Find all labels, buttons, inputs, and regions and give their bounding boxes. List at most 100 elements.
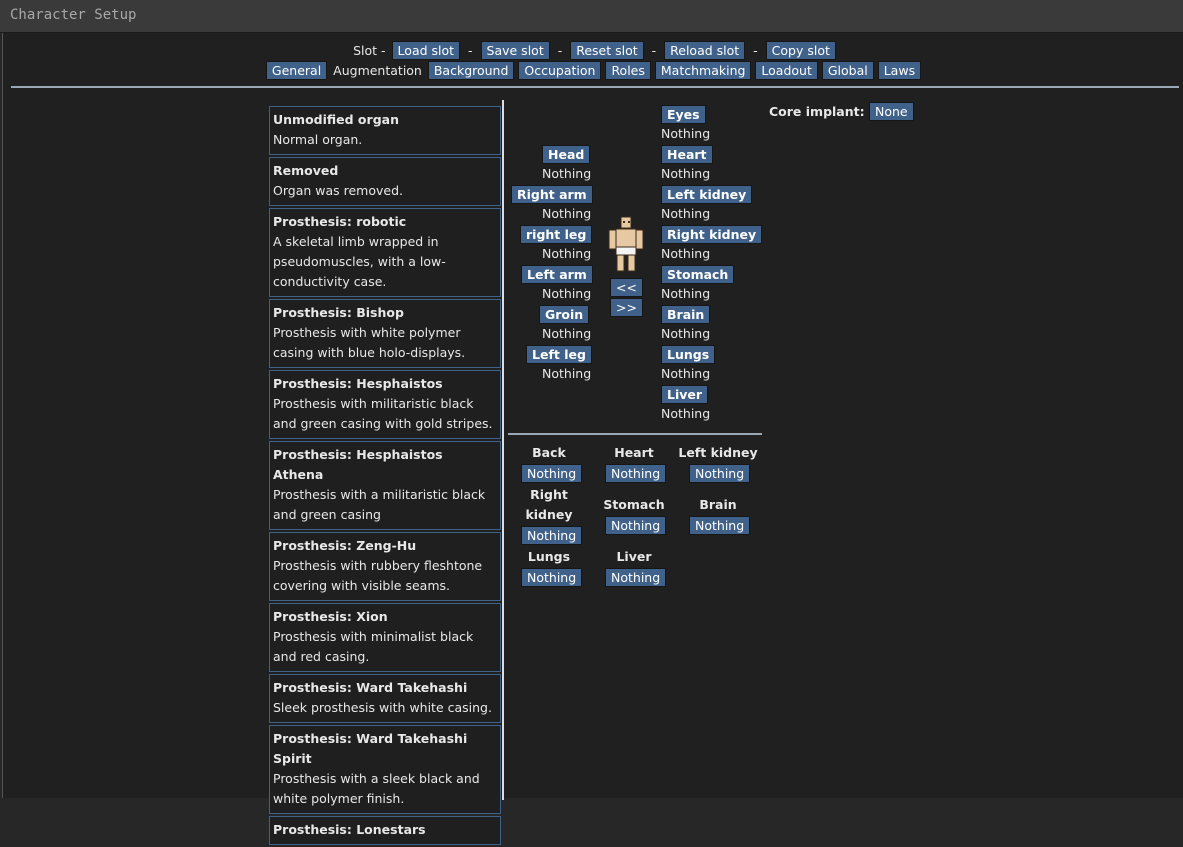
core-implant-button[interactable]: None [868, 102, 914, 121]
tab-augmentation: Augmentation [333, 63, 422, 78]
rotate-left-button[interactable]: << [610, 278, 643, 297]
character-sprite-icon [608, 216, 644, 272]
prosthesis-description: Prosthesis with a sleek black and white … [273, 771, 480, 806]
prosthesis-description: Sleek prosthesis with white casing. [273, 700, 492, 715]
organ-liver-button[interactable]: Liver [661, 385, 709, 404]
organ-right-kidney-value: Nothing [661, 246, 711, 261]
implant-heart-label: Heart [614, 445, 654, 460]
reload-slot-button[interactable]: Reload slot [664, 41, 746, 60]
organ-stomach-button[interactable]: Stomach [661, 265, 735, 284]
prosthesis-list: Unmodified organ Normal organ. Removed O… [269, 106, 501, 847]
implant-lungs-button[interactable]: Nothing [521, 568, 583, 587]
category-tabs: General Augmentation Background Occupati… [3, 61, 1183, 80]
limb-groin-button[interactable]: Groin [539, 305, 590, 324]
prosthesis-option[interactable]: Prosthesis: robotic A skeletal limb wrap… [269, 208, 501, 297]
tab-laws[interactable]: Laws [877, 61, 922, 80]
prosthesis-option[interactable]: Prosthesis: Xion Prosthesis with minimal… [269, 603, 501, 672]
prosthesis-option[interactable]: Prosthesis: Ward Takehashi Spirit Prosth… [269, 725, 501, 814]
prosthesis-option[interactable]: Unmodified organ Normal organ. [269, 106, 501, 155]
organ-lungs-button[interactable]: Lungs [661, 345, 716, 364]
organ-divider [508, 433, 762, 435]
tab-general[interactable]: General [265, 61, 328, 80]
prosthesis-description: Prosthesis with militaristic black and g… [273, 396, 493, 431]
rotate-right-button[interactable]: >> [610, 298, 643, 317]
limb-right-arm-button[interactable]: Right arm [511, 185, 593, 204]
prosthesis-option[interactable]: Prosthesis: Hesphaistos Prosthesis with … [269, 370, 501, 439]
prosthesis-description: Prosthesis with rubbery fleshtone coveri… [273, 558, 483, 593]
separator: - [557, 43, 563, 58]
organ-stomach-value: Nothing [661, 286, 711, 301]
prosthesis-name: Unmodified organ [273, 112, 399, 127]
implant-right-kidney-button[interactable]: Nothing [521, 526, 583, 545]
window-title: Character Setup [10, 7, 137, 23]
limb-right-leg-button[interactable]: right leg [520, 225, 593, 244]
prosthesis-name: Prosthesis: Xion [273, 609, 388, 624]
prosthesis-name: Prosthesis: Ward Takehashi [273, 680, 468, 695]
column-divider [502, 100, 504, 800]
prosthesis-option[interactable]: Prosthesis: Zeng-Hu Prosthesis with rubb… [269, 532, 501, 601]
prosthesis-description: Organ was removed. [273, 183, 403, 198]
implant-right-kidney-label: Right kidney [507, 485, 591, 525]
prosthesis-description: Prosthesis with a militaristic black and… [273, 487, 486, 522]
prosthesis-option[interactable]: Prosthesis: Hesphaistos Athena Prosthesi… [269, 441, 501, 530]
save-slot-button[interactable]: Save slot [480, 41, 550, 60]
implant-right-kidney-label-line2: kidney [525, 507, 573, 522]
main-content: Slot - Load slot - Save slot - Reset slo… [2, 33, 1183, 845]
copy-slot-button[interactable]: Copy slot [765, 41, 836, 60]
prosthesis-description: A skeletal limb wrapped in pseudomuscles… [273, 234, 446, 289]
prosthesis-option[interactable]: Removed Organ was removed. [269, 157, 501, 206]
load-slot-button[interactable]: Load slot [391, 41, 461, 60]
reset-slot-button[interactable]: Reset slot [570, 41, 644, 60]
organ-brain-button[interactable]: Brain [661, 305, 711, 324]
limb-left-arm-value: Nothing [542, 286, 592, 301]
separator: - [468, 43, 473, 58]
limb-left-arm-button[interactable]: Left arm [521, 265, 593, 284]
prosthesis-option[interactable]: Prosthesis: Lonestars [269, 816, 501, 845]
limb-left-leg-button[interactable]: Left leg [526, 345, 592, 364]
organ-lungs-value: Nothing [661, 366, 711, 381]
limb-head-button[interactable]: Head [542, 145, 591, 164]
implant-liver-label: Liver [616, 549, 652, 564]
prosthesis-name: Prosthesis: robotic [273, 214, 407, 229]
tab-loadout[interactable]: Loadout [755, 61, 818, 80]
organ-left-kidney-button[interactable]: Left kidney [661, 185, 753, 204]
organ-eyes-button[interactable]: Eyes [661, 105, 706, 124]
organ-liver-value: Nothing [661, 406, 711, 421]
implant-stomach-button[interactable]: Nothing [605, 516, 667, 535]
prosthesis-option[interactable]: Prosthesis: Bishop Prosthesis with white… [269, 299, 501, 368]
tab-roles[interactable]: Roles [605, 61, 651, 80]
organ-right-kidney-button[interactable]: Right kidney [661, 225, 763, 244]
prosthesis-option[interactable]: Prosthesis: Ward Takehashi Sleek prosthe… [269, 674, 501, 723]
prosthesis-name: Prosthesis: Hesphaistos [273, 376, 443, 391]
organ-heart-value: Nothing [661, 166, 711, 181]
organ-heart-button[interactable]: Heart [661, 145, 713, 164]
separator: - [651, 43, 657, 58]
implant-right-kidney-label-line1: Right [530, 487, 568, 502]
core-implant: Core implant: None [769, 102, 914, 121]
limb-groin-value: Nothing [542, 326, 592, 341]
implant-liver-button[interactable]: Nothing [605, 568, 667, 587]
prosthesis-name: Prosthesis: Ward Takehashi Spirit [273, 731, 468, 766]
implant-heart-button[interactable]: Nothing [605, 464, 667, 483]
prosthesis-name: Removed [273, 163, 339, 178]
prosthesis-name: Prosthesis: Lonestars [273, 822, 426, 837]
implant-brain-button[interactable]: Nothing [689, 516, 751, 535]
prosthesis-description: Prosthesis with white polymer casing wit… [273, 325, 466, 360]
header-divider [11, 86, 1179, 88]
limb-head-value: Nothing [542, 166, 592, 181]
limb-right-arm-value: Nothing [542, 206, 592, 221]
implant-left-kidney-button[interactable]: Nothing [689, 464, 751, 483]
tab-global[interactable]: Global [821, 61, 874, 80]
implant-back-button[interactable]: Nothing [521, 464, 583, 483]
slot-label: Slot - [353, 43, 386, 58]
tab-background[interactable]: Background [427, 61, 515, 80]
organ-left-kidney-value: Nothing [661, 206, 711, 221]
implant-stomach-label: Stomach [603, 497, 665, 512]
implant-left-kidney-label: Left kidney [678, 445, 758, 460]
limb-left-leg-value: Nothing [542, 366, 592, 381]
tab-occupation[interactable]: Occupation [518, 61, 602, 80]
limb-right-leg-value: Nothing [542, 246, 592, 261]
prosthesis-description: Normal organ. [273, 132, 363, 147]
tab-matchmaking[interactable]: Matchmaking [654, 61, 752, 80]
slot-toolbar: Slot - Load slot - Save slot - Reset slo… [3, 41, 1183, 60]
